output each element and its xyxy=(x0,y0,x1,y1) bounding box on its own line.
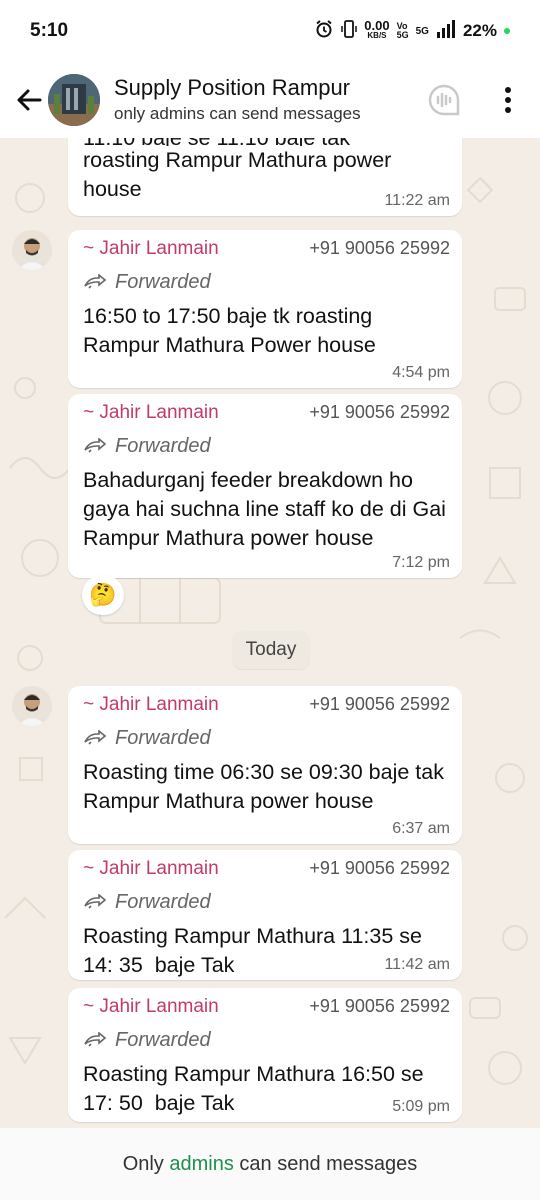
sender-phone: +91 90056 25992 xyxy=(309,694,450,714)
message-time: 4:54 pm xyxy=(392,364,450,381)
voice-chat-button[interactable] xyxy=(424,80,464,120)
admins-only-footer: Only admins can send messages xyxy=(0,1128,540,1200)
group-avatar[interactable] xyxy=(48,74,100,126)
message-text: Roasting Rampur Mathura 11:35 se 14: 35 … xyxy=(83,924,428,977)
more-options-button[interactable] xyxy=(488,80,528,120)
forwarded-label: Forwarded xyxy=(83,724,450,752)
message-bubble[interactable]: ~ Jahir Lanmain +91 90056 25992 Forwarde… xyxy=(68,230,462,388)
sender-phone: +91 90056 25992 xyxy=(309,402,450,422)
back-button[interactable] xyxy=(6,77,52,123)
status-time: 5:10 xyxy=(30,20,69,41)
forwarded-label: Forwarded xyxy=(83,432,450,460)
sender-avatar[interactable] xyxy=(12,686,52,726)
message-time: 6:37 am xyxy=(392,820,450,837)
volte-indicator: Vo 5G xyxy=(396,21,409,40)
more-vert-icon xyxy=(505,87,511,113)
chat-titles[interactable]: Supply Position Rampur only admins can s… xyxy=(114,74,361,126)
message-bubble[interactable]: ~ Jahir Lanmain +91 90056 25992 Forwarde… xyxy=(68,686,462,844)
status-bar: 5:10 0.00 KB/S Vo 5G 5G 22% xyxy=(0,0,540,62)
sender-name[interactable]: ~ Jahir Lanmain xyxy=(83,996,219,1018)
message-text: Bahadurganj feeder breakdown ho gaya hai… xyxy=(83,468,446,550)
message-text: Roasting time 06:30 se 09:30 baje tak Ra… xyxy=(83,760,444,813)
sender-name[interactable]: ~ Jahir Lanmain xyxy=(83,694,219,716)
voice-chat-icon xyxy=(428,84,460,116)
chat-header: Supply Position Rampur only admins can s… xyxy=(0,62,540,138)
group-subtitle: only admins can send messages xyxy=(114,104,361,123)
status-icons: 0.00 KB/S Vo 5G 5G 22% xyxy=(314,19,510,44)
forward-icon xyxy=(84,894,107,909)
battery-level: 22% xyxy=(462,21,497,40)
admins-link[interactable]: admins xyxy=(169,1153,233,1176)
message-time: 7:12 pm xyxy=(392,554,450,571)
sender-name[interactable]: ~ Jahir Lanmain xyxy=(83,402,219,424)
vibrate-icon xyxy=(341,19,358,44)
forward-icon xyxy=(84,1032,107,1047)
net-speed: 0.00 KB/S xyxy=(364,18,390,40)
forwarded-label: Forwarded xyxy=(83,1026,450,1054)
message-bubble[interactable]: ~ Jahir Lanmain +91 90056 25992 Forwarde… xyxy=(68,988,462,1122)
date-separator: Today xyxy=(232,631,310,669)
forward-icon xyxy=(84,438,107,453)
forwarded-label: Forwarded xyxy=(83,268,450,296)
sender-phone: +91 90056 25992 xyxy=(309,238,450,258)
message-bubble[interactable]: ~ Jahir Lanmain +91 90056 25992 Forwarde… xyxy=(68,394,462,578)
signal-icon xyxy=(436,19,456,43)
forward-icon xyxy=(84,730,107,745)
network-type: 5G xyxy=(415,25,429,37)
sender-name[interactable]: ~ Jahir Lanmain xyxy=(83,858,219,880)
forwarded-label: Forwarded xyxy=(83,888,450,916)
sender-avatar[interactable] xyxy=(12,230,52,270)
thinking-face-emoji: 🤔 xyxy=(89,582,117,607)
message-time: 5:09 pm xyxy=(392,1098,450,1115)
message-text: roasting Rampur Mathura power house xyxy=(83,148,392,201)
message-text-partial: 11:10 baje se 11:10 baje tak xyxy=(83,138,450,146)
privacy-dot xyxy=(504,28,510,34)
message-list[interactable]: 11:10 baje se 11:10 baje tak roasting Ra… xyxy=(0,138,540,1128)
reaction-badge[interactable]: 🤔 xyxy=(82,575,124,615)
footer-suffix: can send messages xyxy=(239,1152,418,1175)
group-name: Supply Position Rampur xyxy=(114,75,351,100)
sender-name[interactable]: ~ Jahir Lanmain xyxy=(83,238,219,260)
sender-phone: +91 90056 25992 xyxy=(309,858,450,878)
message-time: 11:42 am xyxy=(384,956,450,973)
sender-phone: +91 90056 25992 xyxy=(309,996,450,1016)
alarm-icon xyxy=(314,19,334,44)
message-text: 16:50 to 17:50 baje tk roasting Rampur M… xyxy=(83,304,376,357)
message-bubble[interactable]: 11:10 baje se 11:10 baje tak roasting Ra… xyxy=(68,138,462,216)
back-arrow-icon xyxy=(17,89,42,111)
message-bubble[interactable]: ~ Jahir Lanmain +91 90056 25992 Forwarde… xyxy=(68,850,462,980)
forward-icon xyxy=(84,274,107,289)
footer-prefix: Only xyxy=(122,1152,164,1175)
message-time: 11:22 am xyxy=(384,192,450,209)
message-text: Roasting Rampur Mathura 16:50 se 17: 50 … xyxy=(83,1062,430,1115)
